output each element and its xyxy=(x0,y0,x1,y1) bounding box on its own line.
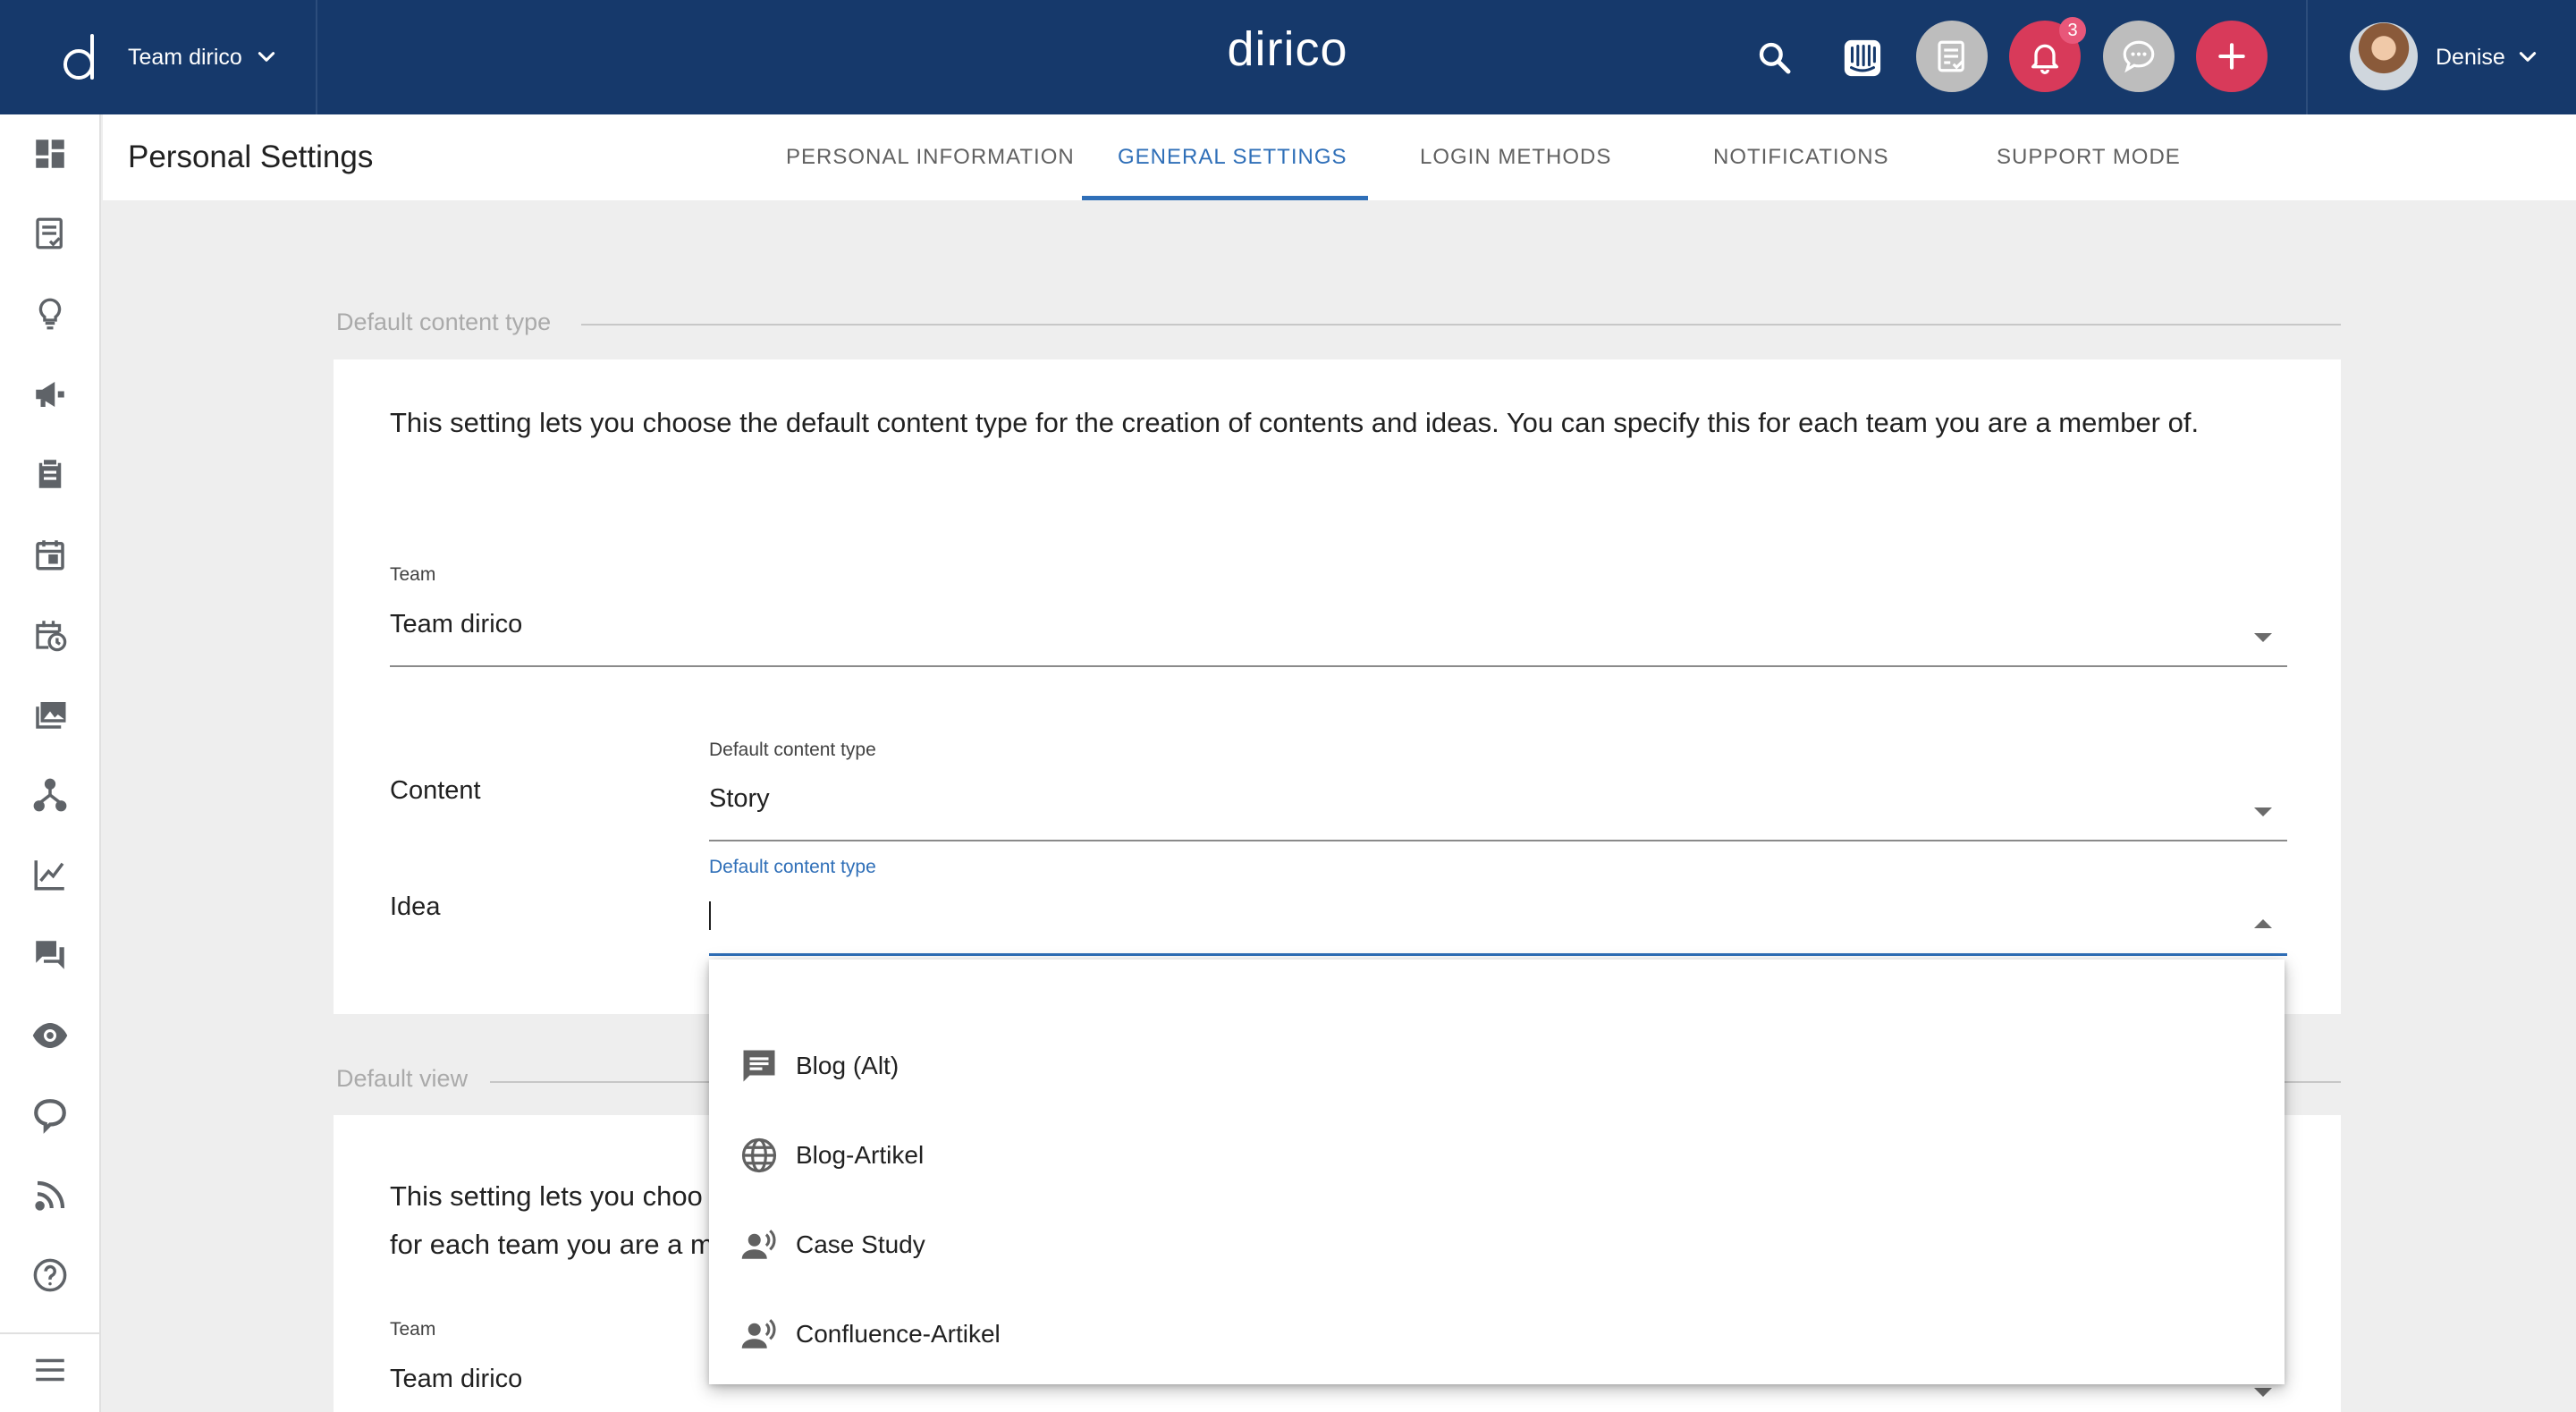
chat-bubble-icon xyxy=(739,1047,779,1085)
tab-notifications[interactable]: NOTIFICATIONS xyxy=(1713,114,1889,200)
content-type-underline xyxy=(709,840,2287,841)
forum-icon[interactable] xyxy=(29,934,72,977)
team-switcher[interactable]: Team dirico xyxy=(128,0,278,114)
task-list-icon xyxy=(1938,40,1964,72)
calendar-icon[interactable] xyxy=(29,533,72,576)
dashboard-icon[interactable] xyxy=(29,132,72,175)
caret-up-icon[interactable] xyxy=(2254,919,2272,928)
team-field-label: Team xyxy=(390,1319,436,1340)
speaking-person-icon xyxy=(739,1226,779,1264)
idea-row-label: Idea xyxy=(390,892,441,921)
page-header: Personal Settings PERSONAL INFORMATION G… xyxy=(103,114,2576,200)
globe-icon xyxy=(739,1137,779,1174)
speech-balloon-icon[interactable] xyxy=(29,1094,72,1137)
team-switcher-label: Team dirico xyxy=(128,44,242,70)
tasks-button[interactable] xyxy=(1916,21,1988,92)
dirico-logo-icon[interactable] xyxy=(50,27,111,88)
section-legend-default-view: Default view xyxy=(336,1065,469,1092)
user-name: Denise xyxy=(2436,44,2505,70)
tab-general-settings[interactable]: GENERAL SETTINGS xyxy=(1118,114,1347,200)
dropdown-option-label: Case Study xyxy=(796,1230,925,1258)
image-gallery-icon[interactable] xyxy=(29,693,72,736)
brand-name: dirico xyxy=(1227,22,1348,76)
top-bar: Team dirico dirico 3 Denise xyxy=(0,0,2576,114)
team-select-underline xyxy=(390,665,2287,667)
caret-down-icon[interactable] xyxy=(2254,807,2272,816)
avatar[interactable] xyxy=(2350,22,2418,90)
eye-icon[interactable] xyxy=(29,1014,72,1057)
create-button[interactable] xyxy=(2196,21,2268,92)
bell-icon xyxy=(2031,44,2058,74)
notification-count-badge: 3 xyxy=(2059,17,2086,44)
page-title: Personal Settings xyxy=(128,140,374,174)
content-type-field-label: Default content type xyxy=(709,740,876,760)
analytics-chart-icon[interactable] xyxy=(29,853,72,896)
text-cursor xyxy=(709,901,711,930)
dropdown-option[interactable]: Confluence-Artikel xyxy=(709,1289,2285,1379)
section-description: This setting lets you choose the default… xyxy=(390,407,2200,438)
dropdown-option[interactable]: Blog-Artikel xyxy=(709,1111,2285,1200)
dropdown-option[interactable]: Blog (Alt) xyxy=(709,1021,2285,1111)
chevron-down-icon xyxy=(258,52,274,62)
dropdown-option-label: Blog-Artikel xyxy=(796,1141,925,1169)
content-type-card: This setting lets you choose the default… xyxy=(334,359,2341,1014)
plus-icon xyxy=(2218,43,2245,70)
search-icon[interactable] xyxy=(1753,36,1797,80)
sidebar-divider xyxy=(0,1332,101,1334)
chevron-down-icon xyxy=(2519,52,2536,62)
section-legend-content-type: Default content type xyxy=(336,309,552,335)
intercom-icon[interactable] xyxy=(1840,36,1885,80)
menu-icon[interactable] xyxy=(29,1349,72,1391)
sidebar xyxy=(0,114,101,1412)
caret-down-icon[interactable] xyxy=(2254,1388,2272,1397)
clipboard-icon[interactable] xyxy=(29,452,72,495)
rss-feed-icon[interactable] xyxy=(29,1174,72,1217)
chat-button[interactable] xyxy=(2103,21,2175,92)
speaking-person-icon xyxy=(739,1315,779,1353)
section-divider xyxy=(581,324,2341,326)
dropdown-option-label: Blog (Alt) xyxy=(796,1052,899,1079)
topbar-divider xyxy=(316,0,317,114)
tab-personal-information[interactable]: PERSONAL INFORMATION xyxy=(786,114,1075,200)
user-menu[interactable]: Denise xyxy=(2436,0,2539,114)
topbar-divider xyxy=(2306,0,2308,114)
team-field-label: Team xyxy=(390,564,436,585)
team-select-value[interactable]: Team dirico xyxy=(390,610,522,639)
dropdown-option-label: Confluence-Artikel xyxy=(796,1320,1001,1348)
idea-type-input[interactable] xyxy=(709,900,2229,932)
content-row-label: Content xyxy=(390,776,481,805)
megaphone-icon[interactable] xyxy=(29,373,72,416)
task-list-icon[interactable] xyxy=(29,212,72,255)
lightbulb-icon[interactable] xyxy=(29,292,72,335)
hierarchy-icon[interactable] xyxy=(29,774,72,816)
idea-type-underline xyxy=(709,953,2287,956)
tab-support-mode[interactable]: SUPPORT MODE xyxy=(1997,114,2181,200)
team-select-value[interactable]: Team dirico xyxy=(390,1365,522,1394)
active-tab-indicator xyxy=(1082,196,1368,200)
content-type-select-value[interactable]: Story xyxy=(709,784,770,814)
help-icon[interactable] xyxy=(29,1254,72,1297)
tab-login-methods[interactable]: LOGIN METHODS xyxy=(1420,114,1611,200)
content-type-dropdown: Blog (Alt) Blog-Artikel Case Study Confl… xyxy=(709,960,2285,1384)
idea-type-field-label: Default content type xyxy=(709,857,876,877)
dropdown-option[interactable]: Case Study xyxy=(709,1200,2285,1289)
calendar-clock-icon[interactable] xyxy=(29,613,72,656)
chat-bubble-icon xyxy=(2123,40,2155,73)
caret-down-icon[interactable] xyxy=(2254,633,2272,642)
